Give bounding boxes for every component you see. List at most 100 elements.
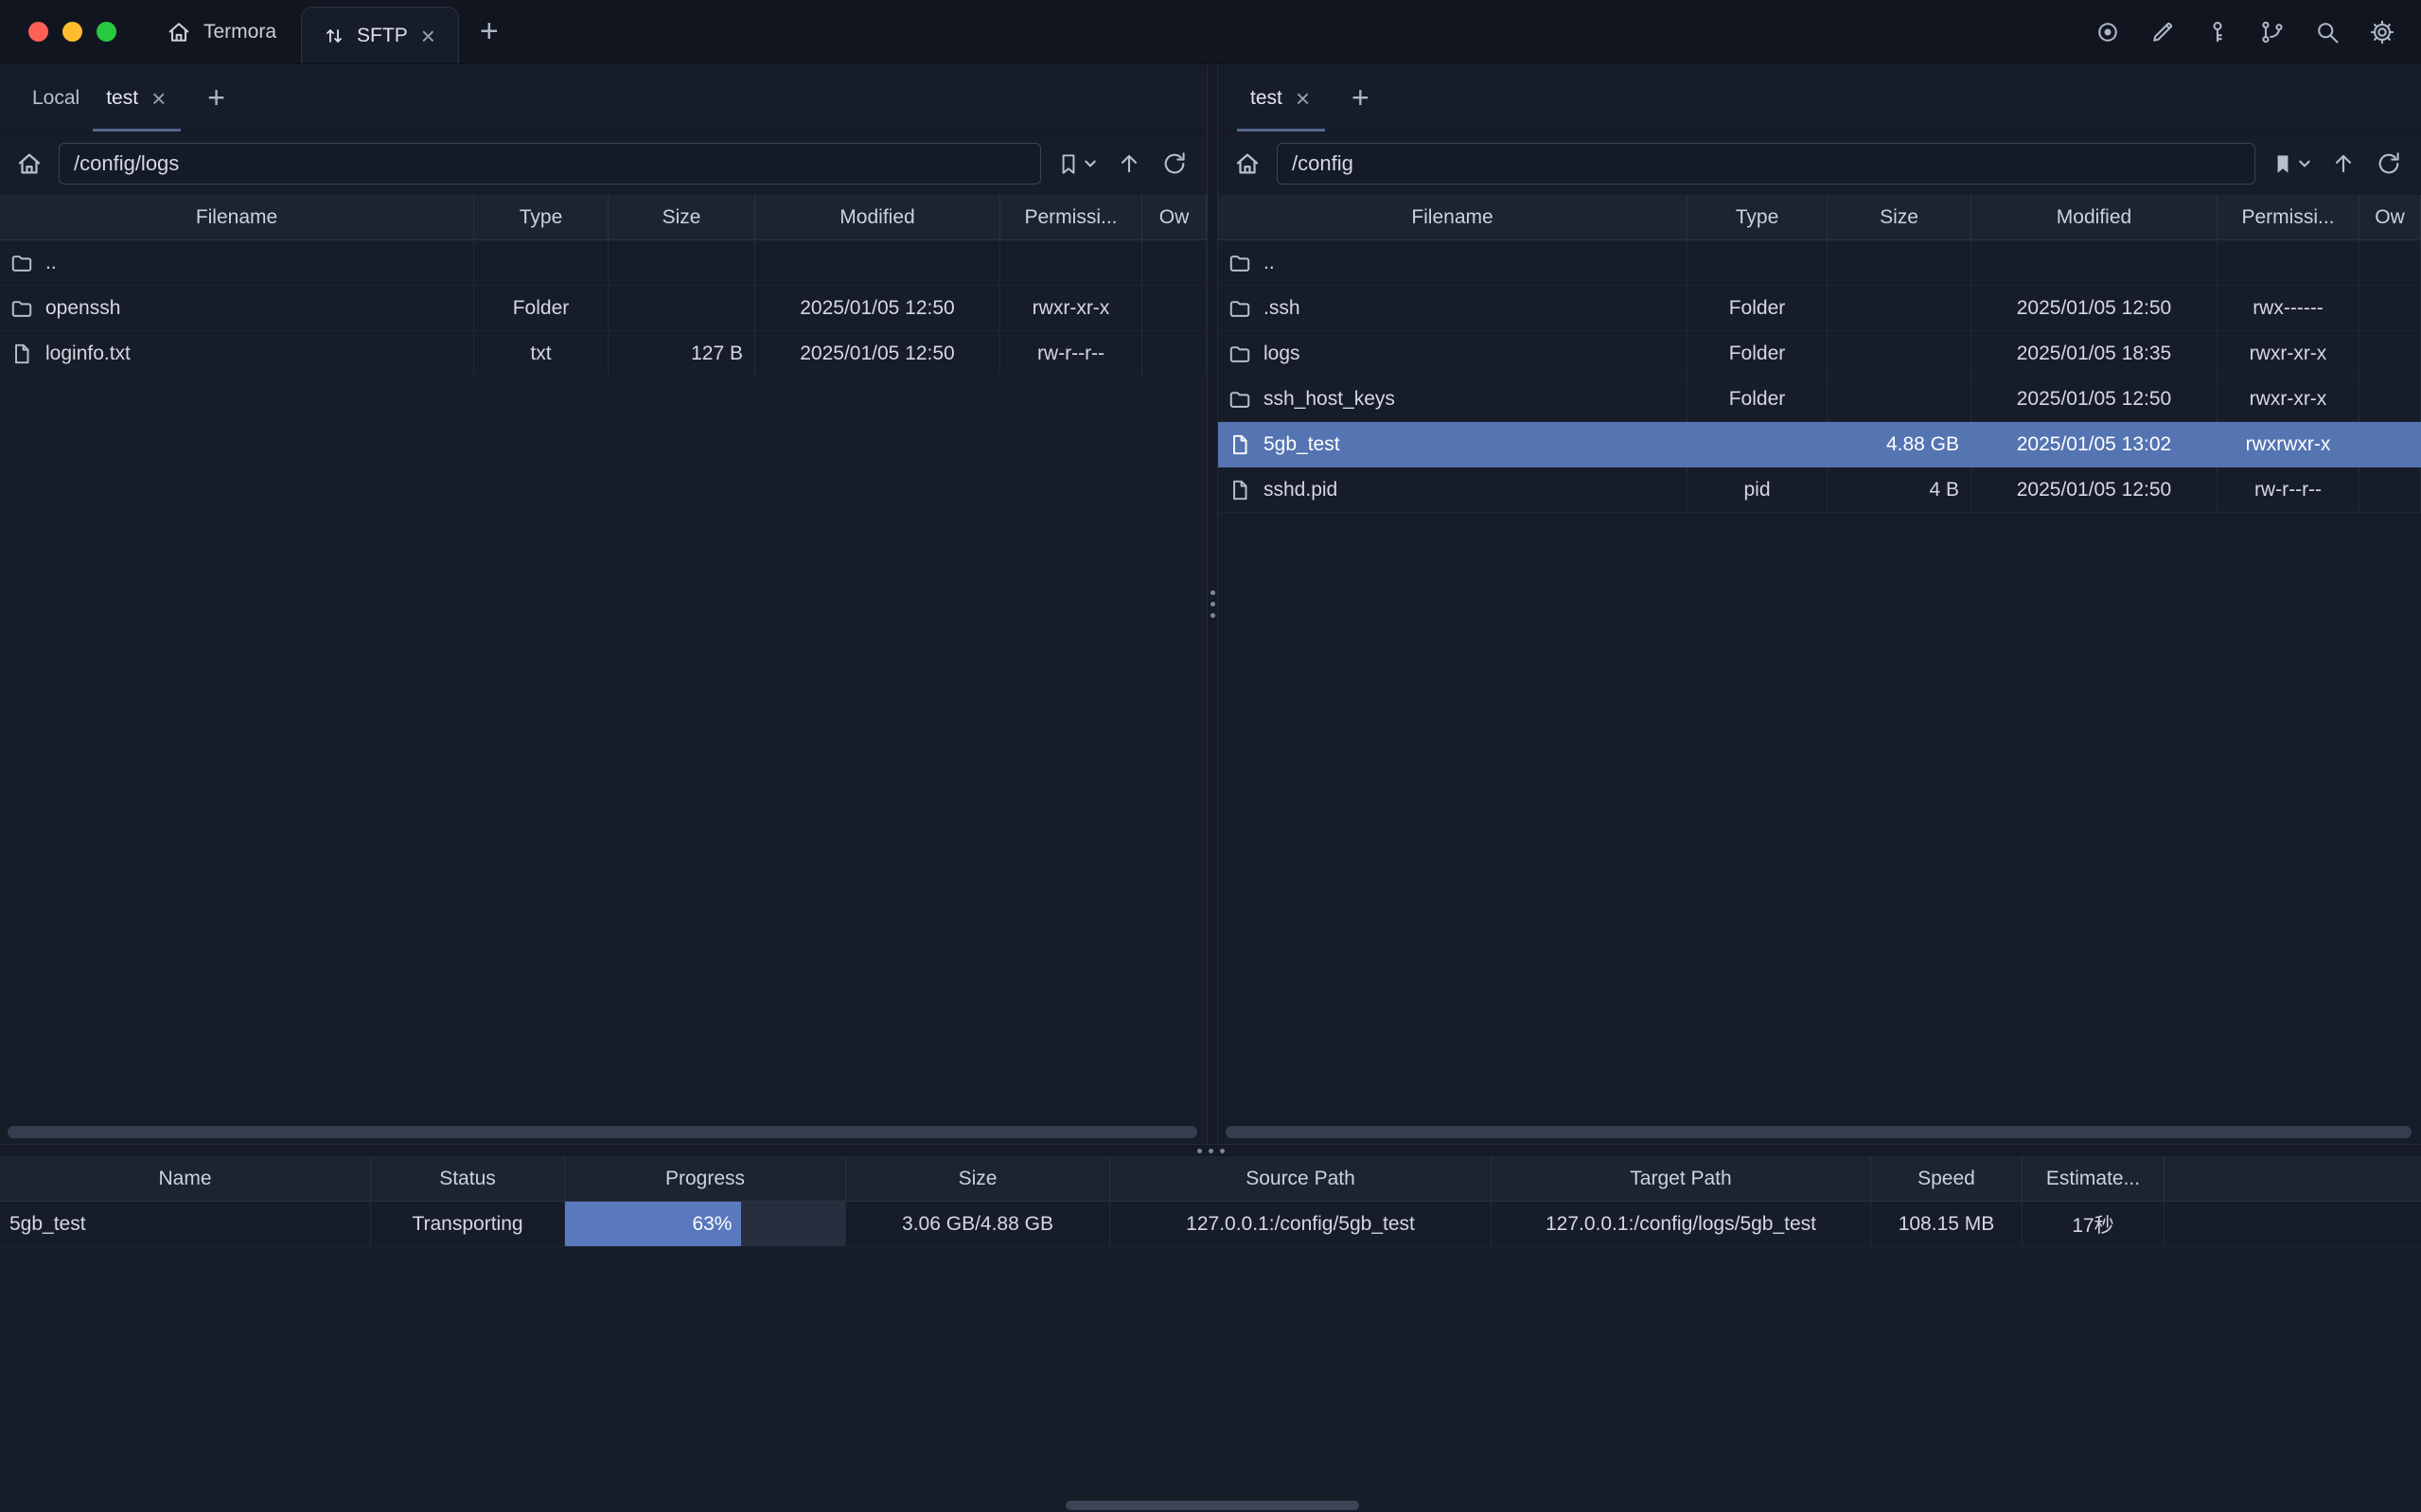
column-header-target-path[interactable]: Target Path — [1492, 1156, 1871, 1202]
file-modified: 2025/01/05 12:50 — [755, 331, 1000, 377]
file-permissions: rwxr-xr-x — [2218, 331, 2359, 377]
close-icon[interactable]: × — [150, 86, 168, 111]
file-permissions: rwx------ — [2218, 286, 2359, 331]
tab-test-right[interactable]: test × — [1237, 64, 1325, 132]
close-window-button[interactable] — [28, 22, 48, 42]
home-icon[interactable] — [1233, 149, 1262, 178]
refresh-icon[interactable] — [2376, 150, 2402, 177]
file-type — [1688, 422, 1828, 467]
file-modified: 2025/01/05 18:35 — [1971, 331, 2218, 377]
main-split: Local test × + — [0, 64, 2421, 1144]
column-header-name[interactable]: Name — [0, 1156, 371, 1202]
tab-local-label: Local — [32, 87, 80, 110]
file-row[interactable]: 5gb_test 4.88 GB 2025/01/05 13:02 rwxrwx… — [1218, 422, 2421, 467]
file-row[interactable]: openssh Folder 2025/01/05 12:50 rwxr-xr-… — [0, 286, 1207, 331]
column-header-modified[interactable]: Modified — [755, 195, 1000, 240]
column-header-speed[interactable]: Speed — [1871, 1156, 2023, 1202]
file-row[interactable]: logs Folder 2025/01/05 18:35 rwxr-xr-x — [1218, 331, 2421, 377]
column-header-filler — [2165, 1156, 2421, 1202]
transfer-row[interactable]: 5gb_test Transporting 63% 3.06 GB/4.88 G… — [0, 1202, 2421, 1247]
home-icon[interactable] — [15, 149, 44, 178]
column-header-modified[interactable]: Modified — [1971, 195, 2218, 240]
left-new-tab-button[interactable]: + — [190, 64, 242, 132]
column-header-owner[interactable]: Ow — [2359, 195, 2421, 240]
file-modified — [1971, 240, 2218, 286]
file-row[interactable]: .ssh Folder 2025/01/05 12:50 rwx------ — [1218, 286, 2421, 331]
column-header-size[interactable]: Size — [609, 195, 755, 240]
branch-icon[interactable] — [2258, 18, 2287, 46]
file-row[interactable]: .. — [0, 240, 1207, 286]
record-icon[interactable] — [2094, 18, 2122, 46]
file-permissions — [1000, 240, 1142, 286]
tab-sftp-label: SFTP — [357, 25, 408, 47]
file-type: txt — [474, 331, 609, 377]
file-permissions: rwxr-xr-x — [1000, 286, 1142, 331]
minimize-window-button[interactable] — [62, 22, 82, 42]
edit-icon[interactable] — [2148, 18, 2177, 46]
column-header-type[interactable]: Type — [474, 195, 609, 240]
file-owner — [2359, 331, 2421, 377]
folder-icon — [1228, 251, 1252, 275]
window-controls — [0, 0, 141, 63]
file-row[interactable]: sshd.pid pid 4 B 2025/01/05 12:50 rw-r--… — [1218, 467, 2421, 513]
scrollbar-thumb[interactable] — [1226, 1126, 2412, 1138]
bookmark-button[interactable] — [2271, 151, 2311, 176]
bottom-scrollbar-thumb[interactable] — [1066, 1501, 1359, 1510]
column-header-type[interactable]: Type — [1688, 195, 1828, 240]
file-size — [1828, 331, 1971, 377]
right-new-tab-button[interactable]: + — [1334, 64, 1387, 132]
file-permissions: rwxrwxr-x — [2218, 422, 2359, 467]
new-tab-button[interactable]: + — [459, 0, 520, 63]
left-file-table-header: Filename Type Size Modified Permissi... … — [0, 195, 1207, 240]
column-header-filename[interactable]: Filename — [1218, 195, 1688, 240]
column-header-permissions[interactable]: Permissi... — [1000, 195, 1142, 240]
refresh-icon[interactable] — [1161, 150, 1188, 177]
chevron-down-icon — [1084, 157, 1097, 170]
folder-icon — [1228, 387, 1252, 412]
right-pane-rows: .. .ssh Folder 2025/01/05 12:50 rwx-----… — [1218, 240, 2421, 513]
close-icon[interactable]: × — [419, 24, 437, 48]
right-path-input[interactable] — [1277, 143, 2255, 185]
left-horizontal-scrollbar[interactable] — [8, 1126, 1197, 1138]
column-header-estimate[interactable]: Estimate... — [2023, 1156, 2165, 1202]
filename: .ssh — [1264, 297, 1300, 320]
file-size: 4 B — [1828, 467, 1971, 513]
tab-local[interactable]: Local — [19, 64, 93, 132]
file-owner — [1142, 286, 1207, 331]
column-header-permissions[interactable]: Permissi... — [2218, 195, 2359, 240]
horizontal-splitter[interactable] — [0, 1144, 2421, 1156]
folder-icon — [9, 251, 34, 275]
settings-gear-icon[interactable] — [2368, 18, 2396, 46]
file-row[interactable]: loginfo.txt txt 127 B 2025/01/05 12:50 r… — [0, 331, 1207, 377]
file-owner — [2359, 422, 2421, 467]
tab-test-left[interactable]: test × — [93, 64, 181, 132]
tab-sftp[interactable]: SFTP × — [301, 7, 459, 63]
right-horizontal-scrollbar[interactable] — [1226, 1126, 2412, 1138]
parent-directory-icon[interactable] — [2330, 150, 2357, 177]
column-header-status[interactable]: Status — [371, 1156, 565, 1202]
parent-directory-icon[interactable] — [1116, 150, 1142, 177]
file-modified: 2025/01/05 13:02 — [1971, 422, 2218, 467]
vertical-splitter[interactable] — [1207, 64, 1218, 1144]
zoom-window-button[interactable] — [97, 22, 116, 42]
file-row[interactable]: ssh_host_keys Folder 2025/01/05 12:50 rw… — [1218, 377, 2421, 422]
bookmark-button[interactable] — [1056, 151, 1097, 176]
tab-termora[interactable]: Termora — [141, 0, 301, 63]
column-header-filename[interactable]: Filename — [0, 195, 474, 240]
left-path-input[interactable] — [59, 143, 1041, 185]
scrollbar-thumb[interactable] — [8, 1126, 1197, 1138]
transfer-speed: 108.15 MB — [1871, 1202, 2023, 1247]
progress-label: 63% — [692, 1213, 732, 1236]
search-icon[interactable] — [2313, 18, 2341, 46]
file-row[interactable]: .. — [1218, 240, 2421, 286]
right-path-actions — [2271, 150, 2402, 177]
close-icon[interactable]: × — [1294, 86, 1312, 111]
column-header-source-path[interactable]: Source Path — [1110, 1156, 1492, 1202]
key-icon[interactable] — [2203, 18, 2232, 46]
column-header-size[interactable]: Size — [846, 1156, 1110, 1202]
file-icon — [1228, 432, 1252, 457]
column-header-owner[interactable]: Ow — [1142, 195, 1207, 240]
column-header-size[interactable]: Size — [1828, 195, 1971, 240]
column-header-progress[interactable]: Progress — [565, 1156, 846, 1202]
file-owner — [2359, 467, 2421, 513]
